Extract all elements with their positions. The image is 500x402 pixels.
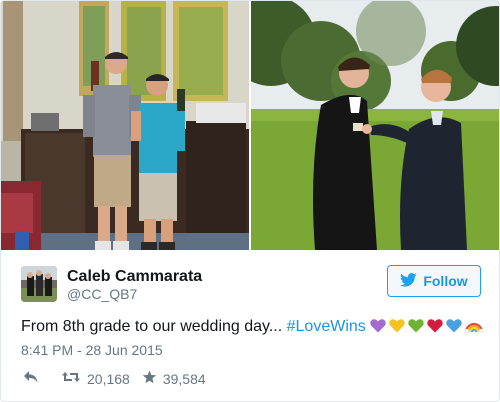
rainbow-icon — [464, 323, 483, 333]
author-handle[interactable]: @CC_QB7 — [67, 286, 137, 302]
blue-heart-icon — [446, 319, 462, 333]
yellow-heart-icon — [389, 319, 405, 333]
follow-button[interactable]: Follow — [387, 265, 481, 297]
like-button[interactable]: 39,584 — [142, 370, 206, 387]
twitter-bird-icon — [400, 272, 417, 290]
green-heart-icon — [408, 319, 424, 333]
hashtag-link[interactable]: #LoveWins — [287, 318, 366, 335]
reply-icon — [23, 370, 39, 387]
follow-label: Follow — [423, 273, 468, 289]
red-heart-icon — [427, 319, 443, 333]
avatar[interactable] — [21, 266, 57, 302]
author-name[interactable]: Caleb Cammarata — [67, 268, 202, 286]
reply-button[interactable] — [23, 370, 39, 387]
tweet-text: From 8th grade to our wedding day... #Lo… — [21, 318, 483, 336]
photo-left-8th-grade[interactable] — [1, 1, 249, 250]
retweet-count: 20,168 — [87, 370, 130, 387]
retweet-icon — [61, 370, 81, 387]
tweet-card: Caleb Cammarata @CC_QB7 Follow From 8th … — [0, 0, 500, 402]
tweet-media[interactable] — [1, 1, 499, 250]
tweet-timestamp[interactable]: 8:41 PM - 28 Jun 2015 — [21, 342, 163, 358]
tweet-header: Caleb Cammarata @CC_QB7 Follow — [21, 264, 481, 304]
purple-heart-icon — [370, 319, 386, 333]
tweet-actions: 20,168 39,584 — [23, 370, 206, 387]
tweet-body: From 8th grade to our wedding day... — [21, 318, 287, 335]
emoji-group — [370, 318, 483, 333]
retweet-button[interactable]: 20,168 — [61, 370, 130, 387]
photo-right-wedding-day[interactable] — [251, 1, 499, 250]
star-icon — [142, 370, 157, 387]
like-count: 39,584 — [162, 370, 206, 387]
